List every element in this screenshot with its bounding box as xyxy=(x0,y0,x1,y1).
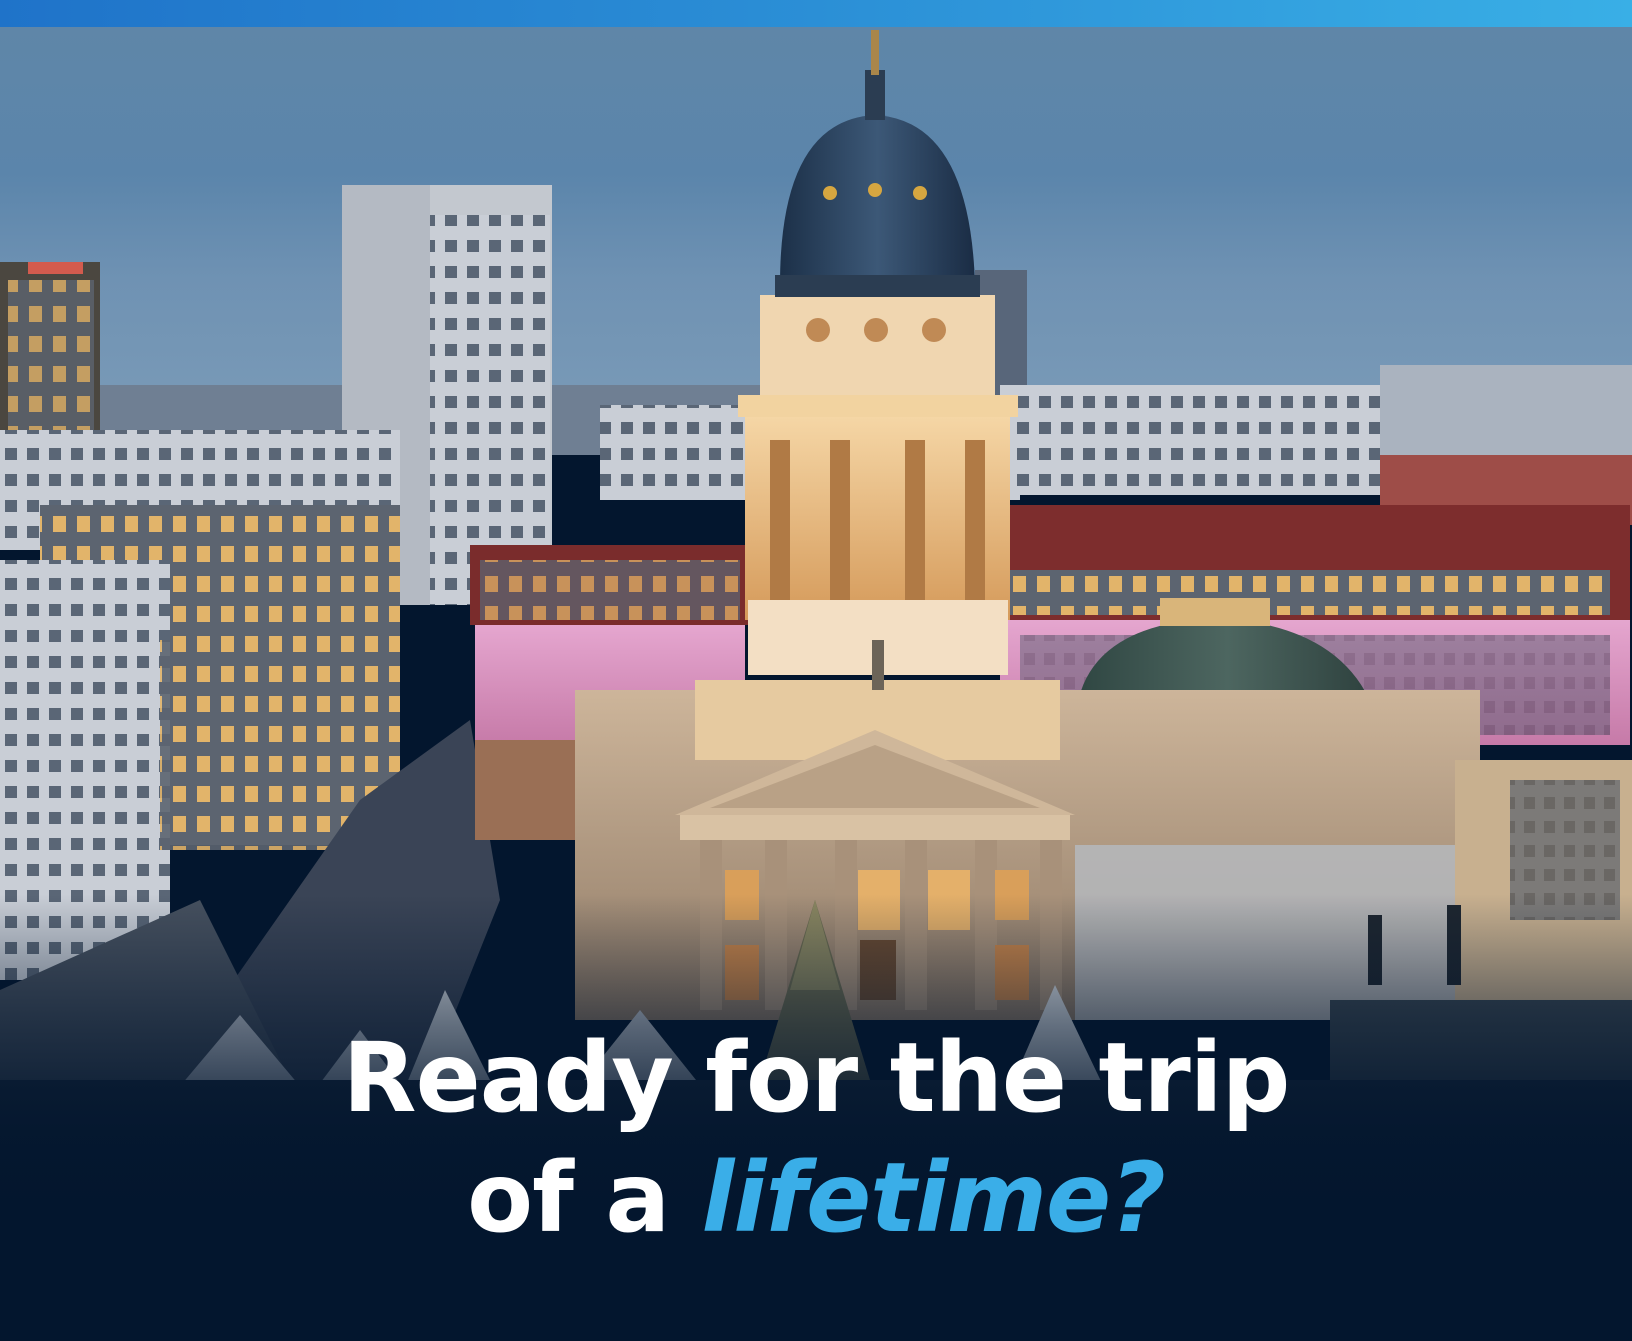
headline: Ready for the trip of a lifetime? xyxy=(0,1018,1632,1258)
promo-card: Ready for the trip of a lifetime? xyxy=(0,0,1632,1341)
headline-accent-word: lifetime? xyxy=(701,1142,1166,1254)
headline-line-1: Ready for the trip xyxy=(342,1022,1291,1134)
headline-line-2: of a lifetime? xyxy=(0,1138,1632,1258)
top-accent-bar xyxy=(0,0,1632,27)
headline-line-2-prefix: of a xyxy=(467,1142,702,1254)
